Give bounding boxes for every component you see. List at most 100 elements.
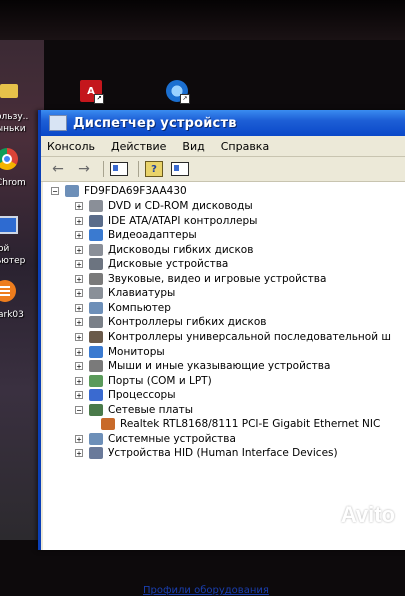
tree-category-item[interactable]: + Системные устройства bbox=[75, 432, 236, 446]
tree-category-item[interactable]: + IDE ATA/ATAPI контроллеры bbox=[75, 214, 257, 228]
expand-icon[interactable]: + bbox=[75, 347, 83, 356]
hardware-profiles-link[interactable]: Профили оборудования bbox=[143, 585, 269, 596]
tree-item-label: Контроллеры универсальной последовательн… bbox=[108, 330, 391, 343]
hid-device-icon bbox=[89, 447, 103, 460]
tree-category-item[interactable]: + Клавиатуры bbox=[75, 286, 175, 300]
tree-item-label: Устройства HID (Human Interface Devices) bbox=[108, 447, 338, 460]
expand-icon[interactable]: + bbox=[75, 245, 83, 254]
expand-icon[interactable]: + bbox=[75, 231, 83, 240]
menu-bar: Консоль Действие Вид Справка bbox=[41, 136, 405, 157]
forward-arrow-icon[interactable]: → bbox=[73, 160, 95, 178]
desktop-label: ыньки bbox=[0, 124, 26, 134]
tree-category-item[interactable]: + Устройства HID (Human Interface Devices… bbox=[75, 446, 338, 460]
floppy-drive-icon bbox=[89, 243, 103, 256]
tree-category-item[interactable]: + Дисковые устройства bbox=[75, 257, 228, 271]
expand-icon[interactable]: + bbox=[75, 274, 83, 283]
tree-category-item[interactable]: + Дисководы гибких дисков bbox=[75, 243, 253, 257]
pdf-icon[interactable]: A ↗ bbox=[80, 80, 104, 104]
properties-button[interactable] bbox=[108, 160, 130, 178]
computer-icon bbox=[65, 185, 79, 197]
title-bar[interactable]: Диспетчер устройств bbox=[41, 110, 405, 136]
expand-icon[interactable]: + bbox=[75, 376, 83, 385]
dvd-drive-icon bbox=[89, 200, 103, 212]
expand-icon[interactable]: + bbox=[75, 434, 83, 443]
tree-device-item[interactable]: Realtek RTL8168/8111 PCI-E Gigabit Ether… bbox=[101, 417, 380, 431]
tree-item-label: DVD и CD-ROM дисководы bbox=[108, 200, 253, 212]
expand-icon[interactable]: + bbox=[75, 202, 83, 211]
chrome-icon bbox=[0, 148, 18, 170]
tree-item-label: Realtek RTL8168/8111 PCI-E Gigabit Ether… bbox=[120, 418, 381, 431]
tree-item-label: Системные устройства bbox=[108, 432, 236, 445]
expand-icon[interactable]: + bbox=[75, 303, 83, 312]
collapse-icon[interactable]: − bbox=[75, 405, 83, 414]
tree-category-item[interactable]: + Компьютер bbox=[75, 301, 171, 315]
ide-controller-icon bbox=[89, 214, 103, 227]
desktop-label: Chrom bbox=[0, 178, 26, 188]
mouse-icon bbox=[89, 360, 103, 373]
tree-category-item[interactable]: + Контроллеры универсальной последователь… bbox=[75, 330, 391, 344]
expand-icon[interactable]: + bbox=[75, 216, 83, 225]
expand-icon[interactable]: + bbox=[75, 318, 83, 327]
desktop-label: ой bbox=[0, 244, 10, 254]
help-button[interactable]: ? bbox=[143, 160, 165, 178]
expand-icon[interactable]: + bbox=[75, 362, 83, 371]
tree-category-item[interactable]: + Звуковые, видео и игровые устройства bbox=[75, 272, 326, 286]
tree-root[interactable]: − FD9FDA69F3AA430 bbox=[51, 184, 187, 198]
menu-view[interactable]: Вид bbox=[182, 140, 204, 153]
expand-icon[interactable]: + bbox=[75, 289, 83, 298]
avito-watermark: Avito bbox=[302, 502, 395, 528]
properties-icon bbox=[110, 162, 128, 176]
tree-category-item[interactable]: + Порты (COM и LPT) bbox=[75, 374, 212, 388]
expand-icon[interactable]: + bbox=[75, 332, 83, 341]
desktop-label: ользу.. bbox=[0, 112, 29, 122]
tree-item-label: Видеоадаптеры bbox=[108, 229, 197, 242]
menu-console[interactable]: Консоль bbox=[47, 140, 95, 153]
device-manager-icon bbox=[49, 115, 67, 131]
menu-help[interactable]: Справка bbox=[221, 140, 269, 153]
tree-category-item[interactable]: + Мониторы bbox=[75, 345, 165, 359]
network-card-icon bbox=[101, 418, 115, 431]
usb-controller-icon bbox=[89, 330, 103, 343]
tree-category-item[interactable]: + Мыши и иные указывающие устройства bbox=[75, 359, 330, 373]
tree-category-item[interactable]: + Видеоадаптеры bbox=[75, 228, 197, 242]
toolbar: ← → ? bbox=[41, 157, 405, 182]
help-icon: ? bbox=[145, 161, 163, 177]
desktop-folder[interactable] bbox=[0, 84, 18, 98]
disk-drive-icon bbox=[89, 258, 103, 271]
menu-action[interactable]: Действие bbox=[111, 140, 166, 153]
expand-icon[interactable]: + bbox=[75, 260, 83, 269]
tree-item-label: Контроллеры гибких дисков bbox=[108, 316, 267, 329]
watermark-text: Avito bbox=[340, 502, 395, 527]
tree-item-label: Клавиатуры bbox=[108, 287, 176, 300]
collapse-icon[interactable]: − bbox=[51, 187, 59, 196]
tree-item-label: Мыши и иные указывающие устройства bbox=[108, 360, 331, 373]
tree-category-item[interactable]: + Процессоры bbox=[75, 388, 176, 402]
monitor-bezel bbox=[0, 0, 405, 40]
keyboard-icon bbox=[89, 287, 103, 300]
desktop-chrome[interactable] bbox=[0, 148, 18, 170]
desktop-label: ьютер bbox=[0, 256, 26, 266]
computer-icon bbox=[0, 216, 18, 234]
tree-category-item[interactable]: + Контроллеры гибких дисков bbox=[75, 315, 266, 329]
tree-item-label: Дисководы гибких дисков bbox=[108, 243, 254, 256]
tree-category-item[interactable]: + DVD и CD-ROM дисководы bbox=[75, 199, 253, 213]
tree-category-item[interactable]: − Сетевые платы bbox=[75, 403, 193, 417]
internet-explorer-icon[interactable]: ↗ bbox=[166, 80, 190, 104]
tree-item-label: Дисковые устройства bbox=[108, 258, 229, 271]
device-manager-window: Диспетчер устройств Консоль Действие Вид… bbox=[38, 110, 405, 596]
port-icon bbox=[89, 374, 103, 387]
scan-hardware-button[interactable] bbox=[169, 160, 191, 178]
desktop-app[interactable] bbox=[0, 280, 16, 302]
expand-icon[interactable]: + bbox=[75, 391, 83, 400]
tree-item-label: Порты (COM и LPT) bbox=[108, 374, 212, 387]
device-tree: − FD9FDA69F3AA430 + DVD и CD-ROM дисковод… bbox=[43, 182, 405, 596]
sound-icon bbox=[89, 272, 103, 285]
desktop-my-computer[interactable] bbox=[0, 216, 18, 234]
display-adapter-icon bbox=[89, 229, 103, 242]
network-adapter-icon bbox=[89, 403, 103, 416]
back-arrow-icon[interactable]: ← bbox=[47, 160, 69, 178]
expand-icon[interactable]: + bbox=[75, 449, 83, 458]
computer-icon bbox=[89, 301, 103, 314]
tree-item-label: Процессоры bbox=[108, 389, 176, 402]
system-device-icon bbox=[89, 432, 103, 445]
